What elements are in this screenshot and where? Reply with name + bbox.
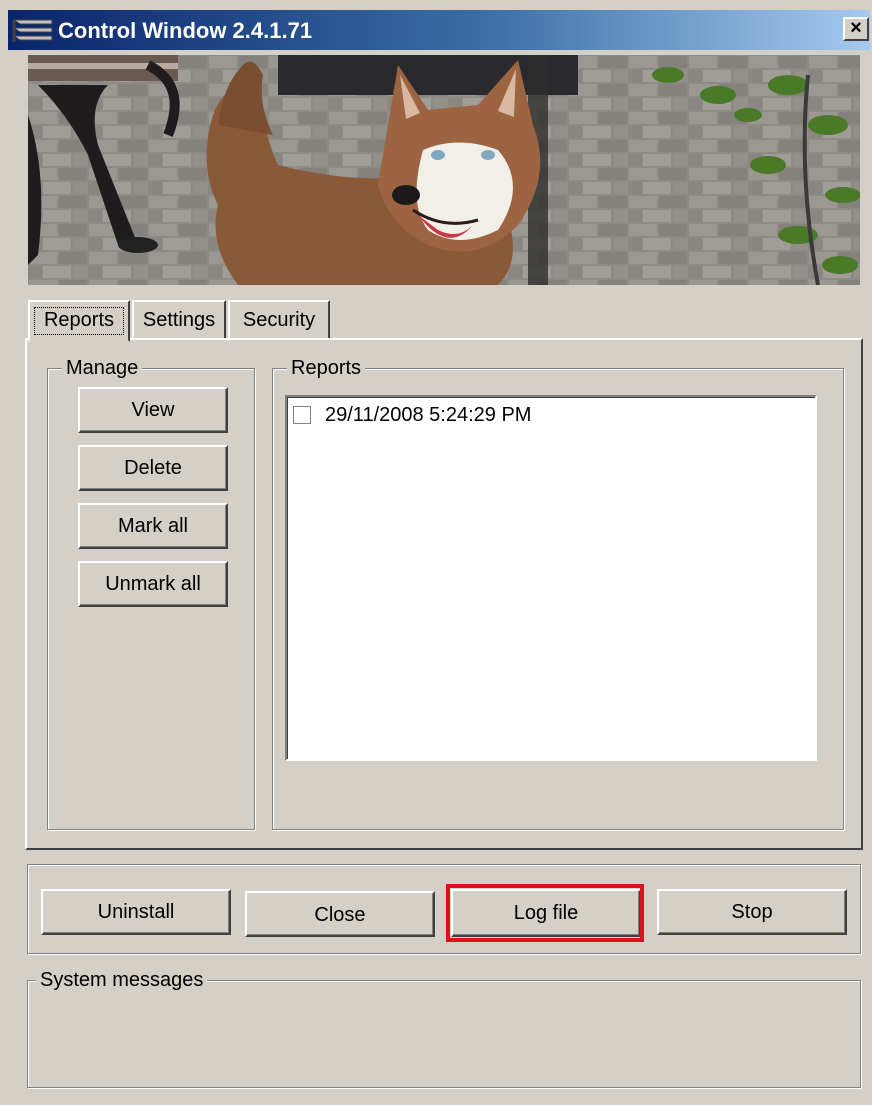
system-messages-group: System messages bbox=[27, 967, 861, 1088]
tab-focus-rect bbox=[34, 307, 124, 335]
uninstall-button[interactable]: Uninstall bbox=[41, 889, 231, 935]
close-button[interactable]: Close bbox=[245, 891, 435, 937]
control-window: Control Window 2.4.1.71 × Reports Settin… bbox=[0, 0, 872, 1105]
close-window-button[interactable]: × bbox=[843, 17, 869, 41]
delete-button[interactable]: Delete bbox=[78, 445, 228, 491]
manage-group: Manage View Delete Mark all Unmark all bbox=[47, 355, 255, 830]
reports-legend: Reports bbox=[287, 355, 366, 381]
tab-reports[interactable]: Reports bbox=[28, 300, 130, 342]
actions-group: Uninstall Close Log file Stop bbox=[27, 864, 861, 954]
banner-image bbox=[28, 55, 860, 285]
reports-listbox[interactable]: 29/11/2008 5:24:29 PM bbox=[285, 395, 817, 761]
stop-button[interactable]: Stop bbox=[657, 889, 847, 935]
report-checkbox[interactable] bbox=[293, 406, 311, 424]
app-icon bbox=[12, 16, 54, 46]
tab-security[interactable]: Security bbox=[228, 300, 330, 340]
view-button[interactable]: View bbox=[78, 387, 228, 433]
unmark-all-button[interactable]: Unmark all bbox=[78, 561, 228, 607]
tab-settings[interactable]: Settings bbox=[132, 300, 226, 340]
mark-all-button[interactable]: Mark all bbox=[78, 503, 228, 549]
tab-label: Security bbox=[242, 309, 316, 331]
list-item[interactable]: 29/11/2008 5:24:29 PM bbox=[291, 401, 531, 429]
window-title: Control Window 2.4.1.71 bbox=[58, 18, 313, 43]
log-file-button[interactable]: Log file bbox=[451, 889, 641, 937]
manage-legend: Manage bbox=[62, 355, 143, 381]
system-messages-legend: System messages bbox=[36, 967, 208, 993]
reports-tab-panel: Manage View Delete Mark all Unmark all R… bbox=[25, 338, 863, 850]
report-date: 29/11/2008 5:24:29 PM bbox=[325, 403, 532, 426]
tab-label: Settings bbox=[142, 309, 216, 331]
reports-group: Reports 29/11/2008 5:24:29 PM bbox=[272, 355, 844, 830]
